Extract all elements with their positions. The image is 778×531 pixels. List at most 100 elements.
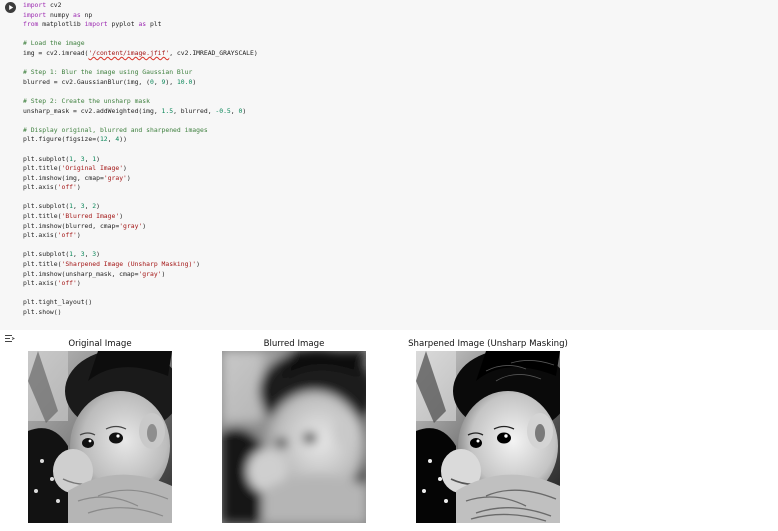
code-editor[interactable]: import cv2 import numpy as np from matplot… [23,1,258,318]
code-token: plt.axis( [23,231,58,240]
code-line: plt.figure(figsize=(12, 4)) [23,135,258,145]
code-line: plt.subplot(1, 3, 1) [23,155,258,165]
code-token: plt.imshow(blurred, cmap= [23,221,120,230]
code-token: 'Sharpened Image (Unsharp Masking)' [61,260,197,269]
code-token: blurred = cv2.GaussianBlur(img, ( [23,77,150,86]
code-line: from matplotlib import pyplot as plt [23,20,258,30]
code-token: numpy [46,10,74,19]
code-token: '/content/image.jfif' [88,48,170,57]
code-token: ) [161,269,166,278]
code-token: , [73,250,81,259]
code-line: # Load the image [23,39,258,49]
code-line: # Step 1: Blur the image using Gaussian … [23,68,258,78]
code-token: ) [242,106,247,115]
code-token: plt.subplot( [23,250,70,259]
code-token: 'Original Image' [61,164,124,173]
code-token: ) [76,183,81,192]
code-token: cv2 [46,1,62,9]
figure-title-blurred: Blurred Image [263,339,325,349]
code-line: import numpy as np [23,11,258,21]
code-token: , [73,202,81,211]
code-token: np [80,10,93,19]
code-token: ) [142,221,147,230]
code-line: plt.imshow(blurred, cmap='gray') [23,222,258,232]
code-token: ) [76,279,81,288]
code-token: plt.axis( [23,183,58,192]
code-token: plt [146,20,162,29]
code-line: plt.axis('off') [23,183,258,193]
code-token: # Load the image [23,39,85,48]
code-line: plt.imshow(unsharp_mask, cmap='gray') [23,270,258,280]
code-token: 'off' [57,231,77,240]
code-line: # Step 2: Create the unsharp mask [23,97,258,107]
code-token: 'gray' [119,221,143,230]
code-token: plt.subplot( [23,202,70,211]
code-token: , [153,77,162,86]
code-token: plt.title( [23,212,62,221]
code-line: plt.axis('off') [23,279,258,289]
code-token: ) [76,231,81,240]
code-token: plt.imshow(unsharp_mask, cmap= [23,269,139,278]
code-token: plt.subplot( [23,154,70,163]
code-token: plt.title( [23,164,62,173]
code-token: unsharp_mask = cv2.addWeighted(img, [23,106,162,115]
code-token: as [73,10,81,19]
code-token: # Display original, blurred and sharpene… [23,125,208,134]
code-token: ) [192,77,197,86]
code-line: img = cv2.imread('/content/image.jfif', … [23,49,258,59]
code-line: plt.title('Sharpened Image (Unsharp Mask… [23,260,258,270]
code-token: ) [126,173,131,182]
sharpened-image [416,351,560,523]
code-token: 'gray' [138,269,162,278]
code-token: plt.axis( [23,279,58,288]
code-token: ) [196,260,201,269]
play-icon [9,5,14,10]
output-settings-icon[interactable] [4,334,15,343]
code-cell[interactable]: import cv2 import numpy as np from matplot… [0,0,778,330]
code-token: ) [123,164,127,173]
code-token: plt.show() [23,308,62,316]
code-token: plt.title( [23,260,62,269]
code-token: as [138,20,147,29]
code-line: # Display original, blurred and sharpene… [23,126,258,136]
code-line: plt.imshow(img, cmap='gray') [23,174,258,184]
figure-title-original: Original Image [68,339,132,349]
code-token: 'off' [57,183,77,192]
code-token: 10.0 [176,77,193,86]
code-line: blurred = cv2.GaussianBlur(img, (0, 9), … [23,78,258,88]
code-line: import cv2 [23,1,258,11]
code-token: ) [96,202,101,211]
code-token: -0.5 [215,106,231,115]
code-token: import [23,1,47,9]
code-line: plt.title('Blurred Image') [23,212,258,222]
code-token: img = cv2.imread( [23,48,89,57]
code-token: 'off' [57,279,77,288]
code-token: ) [96,250,101,259]
code-token: ) [96,154,101,163]
code-token: 12 [99,135,108,144]
code-line: plt.tight_layout() [23,298,258,308]
code-line: plt.show() [23,308,258,318]
code-token: from [23,20,39,29]
blurred-image [222,351,366,523]
code-token: , cv2.IMREAD_GRAYSCALE) [169,48,258,57]
code-token: plt.imshow(img, cmap= [23,173,104,182]
run-cell-button[interactable] [5,2,16,13]
code-token: 'Blurred Image' [61,212,120,221]
code-token: 1.5 [161,106,174,115]
code-token: matplotlib [38,20,85,29]
code-line: plt.subplot(1, 3, 3) [23,250,258,260]
code-line: plt.title('Original Image') [23,164,258,174]
code-token: , blurred, [173,106,216,115]
code-token: 'gray' [103,173,127,182]
original-image [28,351,172,523]
code-token: )) [119,135,127,144]
code-token: ), [165,77,177,86]
code-line: unsharp_mask = cv2.addWeighted(img, 1.5,… [23,107,258,117]
